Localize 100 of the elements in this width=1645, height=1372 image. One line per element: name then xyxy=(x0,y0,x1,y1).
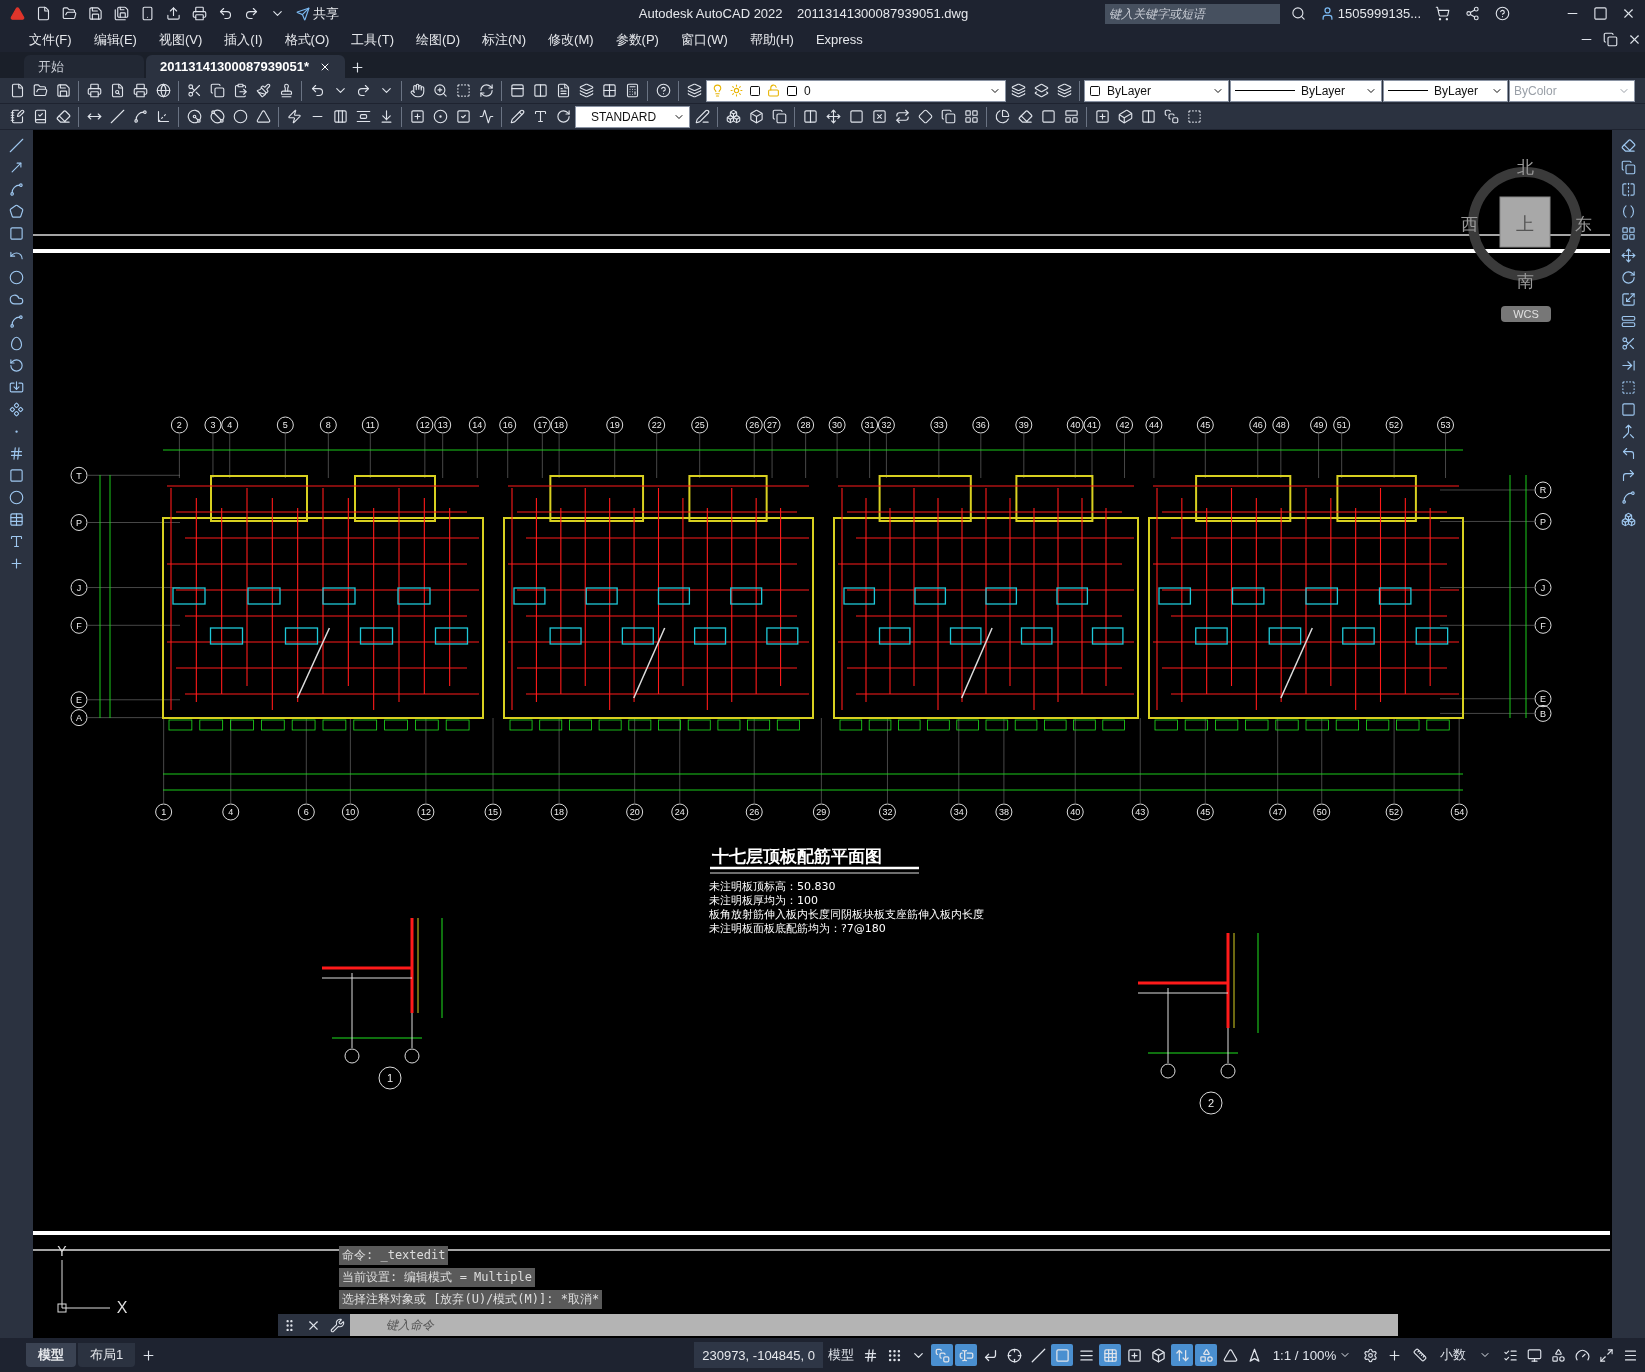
axis-label: 50 xyxy=(1313,803,1331,821)
axis-label: E xyxy=(1534,690,1552,708)
compass-south[interactable]: 南 xyxy=(1516,272,1534,291)
axis-label: 40 xyxy=(1066,803,1084,821)
axis-label: 11 xyxy=(361,416,379,434)
axis-label: F xyxy=(1534,616,1552,634)
axis-label: 8 xyxy=(319,416,337,434)
drawing-note: 未注明板顶标高：50.830 xyxy=(709,880,836,893)
drawing-note: 未注明板厚均为：100 xyxy=(709,894,818,907)
axis-label: 12 xyxy=(416,416,434,434)
axis-label: 53 xyxy=(1437,416,1454,434)
axis-label: 36 xyxy=(972,416,990,434)
text-style-dropdown[interactable]: STANDARD xyxy=(575,105,690,128)
axis-label: 32 xyxy=(877,416,895,434)
color-dropdown[interactable]: ByLayer xyxy=(1084,79,1229,102)
menu-item[interactable]: 标注(N) xyxy=(471,30,538,49)
axis-label: 46 xyxy=(1249,416,1267,434)
menu-item[interactable]: 窗口(W) xyxy=(669,30,739,49)
axis-label: 42 xyxy=(1116,416,1134,434)
axis-label: 48 xyxy=(1272,416,1290,434)
axis-label: 15 xyxy=(484,803,502,821)
compass-west[interactable]: 西 xyxy=(1460,215,1478,234)
axis-label: 1 xyxy=(378,1066,402,1090)
menu-item[interactable]: 参数(P) xyxy=(604,30,670,49)
axis-label: J xyxy=(70,579,88,597)
axis-label: P xyxy=(70,514,88,531)
coordinates-readout: 230973, -104845, 0 xyxy=(694,1342,823,1368)
drawing-note: 板角放射筋伸入板内长度同阴板块板支座筋伸入板内长度 xyxy=(709,908,984,921)
annotation-scale-button[interactable]: 1:1 / 100% xyxy=(1267,1344,1357,1366)
view-cube-label: 上 xyxy=(1516,214,1534,234)
axis-label: 38 xyxy=(995,803,1013,821)
drawing-title: 十七层顶板配筋平面图 xyxy=(712,846,882,866)
window-title: Autodesk AutoCAD 2022 20113141300087939051.dwg xyxy=(638,6,969,21)
share-button[interactable]: 共享 xyxy=(292,2,342,25)
axis-label: B xyxy=(1534,704,1552,722)
compass-north[interactable]: 北 xyxy=(1516,158,1534,177)
axis-label: T xyxy=(70,466,88,484)
axis-label: 20 xyxy=(626,803,644,821)
axis-label: 26 xyxy=(745,416,763,434)
axis-label: 1 xyxy=(155,803,173,821)
menu-item[interactable]: 格式(O) xyxy=(273,30,341,49)
axis-label: 6 xyxy=(297,803,315,821)
search-field[interactable]: 键入关键字或短语 xyxy=(1104,3,1280,24)
axis-label: 10 xyxy=(341,803,359,821)
axis-label: P xyxy=(1534,512,1552,530)
menu-item[interactable]: 文件(F) xyxy=(18,30,83,49)
model-space-button[interactable]: 模型 xyxy=(825,1344,857,1366)
axis-label: 19 xyxy=(606,416,624,434)
axis-label: 24 xyxy=(671,803,689,821)
menu-item[interactable]: 视图(V) xyxy=(147,30,214,49)
axis-label: 44 xyxy=(1145,416,1163,434)
linetype-dropdown[interactable]: ByLayer xyxy=(1230,79,1382,102)
axis-label: 45 xyxy=(1196,416,1214,434)
x-axis-label: X xyxy=(116,1299,128,1316)
axis-label: 18 xyxy=(550,803,568,821)
axis-label: 41 xyxy=(1083,416,1101,434)
menu-item[interactable]: 插入(I) xyxy=(213,30,274,49)
axis-label: 16 xyxy=(499,416,517,434)
axis-label: 26 xyxy=(745,803,763,821)
menu-item[interactable]: 工具(T) xyxy=(340,30,405,49)
axis-label: 31 xyxy=(861,416,879,434)
layer-dropdown[interactable]: 0 xyxy=(706,79,1006,102)
axis-label: 51 xyxy=(1333,416,1351,434)
axis-label: 52 xyxy=(1385,416,1403,434)
axis-label: F xyxy=(70,616,88,634)
axis-label: 29 xyxy=(812,803,830,821)
axis-label: 17 xyxy=(533,416,551,434)
menu-item[interactable]: Express xyxy=(804,32,874,47)
axis-label: 52 xyxy=(1385,803,1403,821)
axis-label: 4 xyxy=(222,803,240,821)
units-dropdown[interactable]: 小数 xyxy=(1407,1344,1497,1366)
axis-label: 14 xyxy=(468,416,486,434)
axis-label: 22 xyxy=(648,416,666,434)
layout-tab[interactable]: 模型 xyxy=(26,1343,76,1367)
axis-label: E xyxy=(70,691,88,709)
axis-label: 4 xyxy=(221,416,239,434)
axis-label: 2 xyxy=(170,416,188,434)
command-input[interactable]: 键入命令 xyxy=(350,1314,1398,1336)
user-button[interactable]: 1505999135... xyxy=(1317,2,1423,25)
axis-label: 18 xyxy=(550,416,568,434)
file-tab[interactable]: 开始 xyxy=(24,55,144,78)
axis-label: J xyxy=(1534,579,1552,597)
compass-east[interactable]: 东 xyxy=(1574,215,1592,234)
wcs-menu-button[interactable]: WCS xyxy=(1501,306,1551,322)
axis-label: 45 xyxy=(1196,803,1214,821)
menu-item[interactable]: 修改(M) xyxy=(537,30,605,49)
lineweight-dropdown[interactable]: ByLayer xyxy=(1383,79,1508,102)
axis-label: 25 xyxy=(691,416,709,434)
axis-label: 2 xyxy=(1199,1091,1223,1115)
file-tab[interactable]: 20113141300087939051* xyxy=(146,55,345,78)
axis-label: 33 xyxy=(930,416,948,434)
axis-label: 12 xyxy=(417,803,435,821)
menu-item[interactable]: 绘图(D) xyxy=(404,30,471,49)
axis-label: 28 xyxy=(797,416,815,434)
axis-label: 30 xyxy=(828,416,846,434)
layout-tab[interactable]: 布局1 xyxy=(78,1343,136,1367)
axis-label: 3 xyxy=(204,416,222,434)
menu-item[interactable]: 帮助(H) xyxy=(738,30,805,49)
menu-item[interactable]: 编辑(E) xyxy=(82,30,148,49)
axis-label: R xyxy=(1534,481,1552,499)
